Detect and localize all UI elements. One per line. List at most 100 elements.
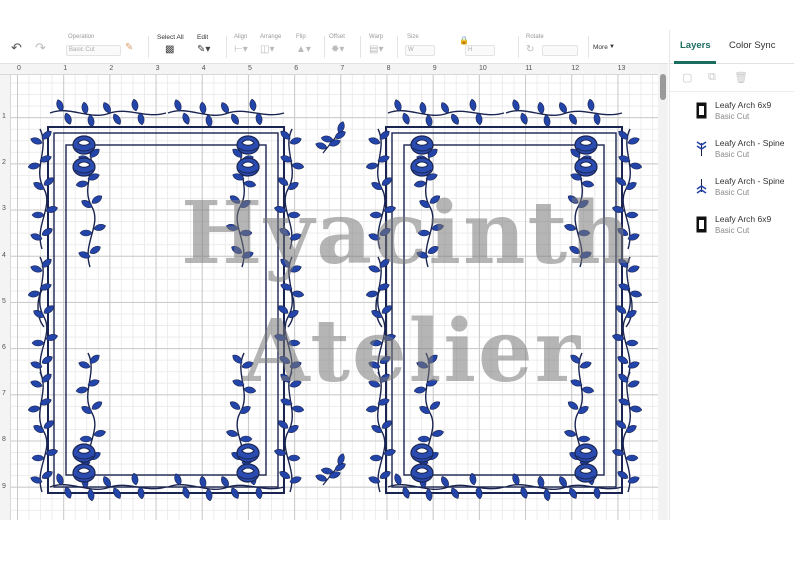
more-label: More — [593, 44, 608, 51]
align-icon: ⊢▾ — [234, 44, 248, 55]
offset-icon: ✹▾ — [331, 44, 345, 55]
toolbar-divider — [148, 36, 149, 58]
height-field[interactable]: H — [465, 45, 495, 56]
ruler-tick-label: 8 — [2, 436, 6, 444]
duplicate-icon[interactable]: ⧉ — [708, 71, 716, 84]
trash-icon[interactable]: 🗑 — [734, 71, 748, 84]
sprig-thumbnail-icon — [696, 179, 707, 194]
ruler-tick-label: 13 — [617, 65, 626, 72]
more-button[interactable]: More ▼ — [593, 30, 623, 64]
ruler-tick-label: 3 — [2, 205, 6, 213]
layer-name: Leafy Arch - Spine — [715, 176, 785, 186]
width-field[interactable]: W — [405, 45, 435, 56]
frame-thumbnail-icon — [696, 216, 707, 233]
operation-select[interactable]: Basic Cut — [66, 45, 121, 56]
watermark-line-1: Hyacinth — [181, 183, 634, 284]
toolbar-divider — [360, 36, 361, 58]
ruler-tick-label: 2 — [109, 65, 114, 72]
lock-icon[interactable]: 🔒 — [459, 36, 469, 45]
layer-operation: Basic Cut — [715, 112, 750, 121]
layer-item[interactable]: Leafy Arch 6x9 Basic Cut — [670, 96, 794, 132]
sprig-thumbnail-icon — [696, 141, 707, 156]
pen-color-icon[interactable]: ✎ — [125, 42, 133, 53]
warp-icon: ▤▾ — [369, 44, 384, 55]
edit-button[interactable]: Edit ✎▾ — [193, 30, 223, 64]
layer-operation: Basic Cut — [715, 226, 750, 235]
layer-actions: ▢ ⧉ 🗑 — [670, 64, 794, 92]
horizontal-ruler: 0 1 2 3 4 5 6 7 8 9 10 11 12 13 — [0, 64, 658, 75]
warp-button[interactable]: Warp ▤▾ — [367, 30, 391, 64]
ruler-tick-label: 4 — [201, 65, 206, 72]
toolbar-divider — [588, 36, 589, 58]
rotate-control: Rotate ↻ — [524, 30, 584, 64]
design-artwork — [11, 75, 658, 520]
ruler-tick-label: 9 — [2, 482, 6, 490]
group-icon[interactable]: ▢ — [682, 71, 692, 84]
ruler-tick-label: 5 — [248, 65, 252, 72]
offset-label: Offset — [329, 34, 345, 40]
layer-operation: Basic Cut — [715, 150, 750, 159]
flip-icon: ▲▾ — [296, 44, 311, 55]
ruler-tick-label: 1 — [63, 65, 68, 72]
flip-button[interactable]: Flip ▲▾ — [294, 30, 318, 64]
tab-layers[interactable]: Layers — [680, 40, 711, 51]
height-field-label: H — [468, 47, 473, 53]
scrollbar-thumb[interactable] — [660, 74, 666, 100]
flip-label: Flip — [296, 34, 306, 40]
tab-color-sync[interactable]: Color Sync — [729, 40, 775, 51]
rotate-label: Rotate — [526, 34, 544, 40]
layer-name: Leafy Arch - Spine — [715, 138, 785, 148]
ruler-tick-label: 4 — [2, 251, 6, 259]
ruler-tick-label: 9 — [432, 65, 437, 72]
width-field-label: W — [408, 47, 414, 53]
ruler-tick-label: 8 — [386, 65, 391, 72]
operation-control[interactable]: Operation Basic Cut ✎ — [66, 30, 146, 64]
offset-button[interactable]: Offset ✹▾ — [329, 30, 353, 64]
rotate-icon: ↻ — [526, 44, 535, 55]
ruler-tick-label: 10 — [479, 65, 487, 72]
pencil-icon: ✎▾ — [197, 44, 211, 55]
ruler-tick-label: 0 — [17, 65, 21, 72]
layer-operation: Basic Cut — [715, 188, 750, 197]
ruler-tick-label: 2 — [2, 159, 6, 167]
arrange-button[interactable]: Arrange ◫▾ — [258, 30, 288, 64]
ruler-tick-label: 3 — [155, 65, 160, 72]
design-canvas[interactable]: Hyacinth Atelier — [11, 75, 658, 520]
undo-icon[interactable]: ↶ — [11, 40, 22, 56]
layer-item[interactable]: Leafy Arch - Spine Basic Cut — [670, 172, 794, 208]
ruler-tick-label: 1 — [2, 113, 6, 120]
leafy-arch-frame-left[interactable] — [28, 99, 305, 502]
ruler-tick-label: 7 — [2, 390, 6, 398]
toolbar-divider — [324, 36, 325, 58]
leafy-arch-spine-top[interactable] — [315, 121, 347, 153]
align-label: Align — [234, 34, 248, 40]
layer-item[interactable]: Leafy Arch - Spine Basic Cut — [670, 134, 794, 170]
ruler-tick-label: 7 — [340, 65, 345, 72]
operation-label: Operation — [68, 34, 95, 40]
rotate-field[interactable] — [542, 45, 578, 56]
edit-label: Edit — [197, 34, 209, 41]
select-all-icon: ▩ — [165, 44, 175, 55]
ruler-tick-label: 5 — [2, 297, 6, 305]
toolbar-divider — [226, 36, 227, 58]
size-label: Size — [407, 34, 419, 40]
frame-thumbnail-icon — [696, 102, 707, 119]
vertical-ruler: 1 2 3 4 5 6 7 8 9 — [0, 75, 11, 520]
leafy-arch-frame-right[interactable] — [366, 99, 643, 502]
select-all-label: Select All — [157, 34, 184, 41]
redo-icon[interactable]: ↷ — [35, 40, 46, 56]
arrange-label: Arrange — [260, 34, 282, 40]
size-control: Size 🔒 W H — [403, 30, 513, 64]
layer-name: Leafy Arch 6x9 — [715, 100, 772, 110]
align-button[interactable]: Align ⊢▾ — [232, 30, 256, 64]
select-all-button[interactable]: Select All ▩ — [155, 30, 189, 64]
layer-item[interactable]: Leafy Arch 6x9 Basic Cut — [670, 210, 794, 246]
warp-label: Warp — [369, 34, 384, 40]
arrange-icon: ◫▾ — [260, 44, 275, 55]
layer-name: Leafy Arch 6x9 — [715, 214, 772, 224]
toolbar-divider — [518, 36, 519, 58]
panel-tabs: Layers Color Sync — [670, 30, 794, 64]
vertical-scrollbar[interactable] — [658, 64, 668, 520]
leafy-arch-spine-bottom[interactable] — [315, 453, 347, 485]
chevron-down-icon: ▼ — [609, 44, 615, 50]
